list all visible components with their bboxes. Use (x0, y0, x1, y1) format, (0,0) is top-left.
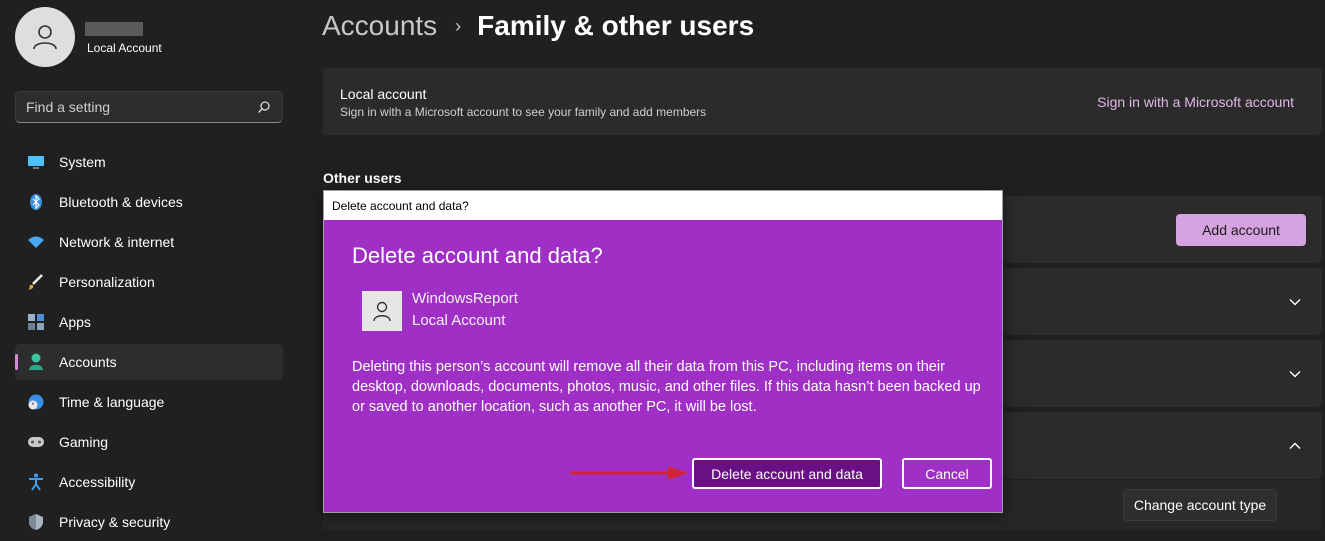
brush-icon (27, 273, 45, 291)
breadcrumb-parent[interactable]: Accounts (322, 10, 437, 42)
sidebar-item-accounts[interactable]: Accounts (15, 344, 283, 380)
dialog-titlebar[interactable]: Delete account and data? (324, 191, 1002, 220)
search-input[interactable]: Find a setting (15, 91, 283, 123)
monitor-icon (27, 153, 45, 171)
bluetooth-icon (27, 193, 45, 211)
page-title: Family & other users (477, 10, 755, 41)
sidebar-nav: System Bluetooth & devices Network & int… (15, 144, 283, 541)
sidebar-item-label: Apps (59, 314, 91, 330)
add-account-button[interactable]: Add account (1176, 214, 1306, 246)
delete-account-and-data-button[interactable]: Delete account and data (692, 458, 882, 489)
dialog-user-avatar (362, 291, 402, 331)
sidebar-item-personalization[interactable]: Personalization (15, 264, 283, 300)
sidebar-item-system[interactable]: System (15, 144, 283, 180)
sidebar-item-label: Privacy & security (59, 514, 171, 530)
sidebar: Local Account Find a setting System Blue… (0, 0, 300, 541)
local-account-subtitle: Sign in with a Microsoft account to see … (340, 105, 707, 119)
profile-account-type: Local Account (87, 41, 162, 55)
globe-clock-icon (27, 393, 45, 411)
sidebar-item-label: Bluetooth & devices (59, 194, 183, 210)
sidebar-item-time-language[interactable]: Time & language (15, 384, 283, 420)
sidebar-item-bluetooth[interactable]: Bluetooth & devices (15, 184, 283, 220)
red-arrow-annotation (570, 466, 688, 480)
change-account-type-button[interactable]: Change account type (1123, 489, 1277, 521)
person-icon (33, 25, 57, 50)
chevron-up-icon[interactable] (1288, 439, 1302, 453)
sidebar-item-privacy[interactable]: Privacy & security (15, 504, 283, 540)
search-icon[interactable] (256, 99, 272, 115)
sidebar-item-apps[interactable]: Apps (15, 304, 283, 340)
accounts-icon (27, 353, 45, 371)
avatar[interactable] (15, 7, 75, 67)
sidebar-item-label: Accounts (59, 354, 117, 370)
dialog-user-type: Local Account (412, 312, 506, 329)
chevron-down-icon[interactable] (1288, 295, 1302, 309)
person-icon (373, 301, 391, 322)
delete-account-dialog: Delete account and data? Delete account … (323, 190, 1003, 513)
dialog-warning-text: Deleting this person’s account will remo… (352, 359, 981, 415)
chevron-down-icon[interactable] (1288, 367, 1302, 381)
dialog-user-name: WindowsReport (412, 290, 518, 307)
breadcrumb-separator-icon: › (455, 15, 462, 36)
local-account-title: Local account (340, 86, 427, 102)
profile-name-redacted (85, 22, 143, 36)
accessibility-icon (27, 473, 45, 491)
dialog-heading: Delete account and data? (352, 243, 603, 268)
sidebar-item-label: Gaming (59, 434, 109, 450)
shield-icon (27, 513, 45, 531)
sidebar-item-label: Network & internet (59, 234, 175, 250)
sign-in-microsoft-link[interactable]: Sign in with a Microsoft account (1097, 94, 1294, 110)
sidebar-item-gaming[interactable]: Gaming (15, 424, 283, 460)
apps-icon (27, 313, 45, 331)
search-placeholder: Find a setting (26, 99, 111, 115)
breadcrumb: Accounts › Family & other users (322, 8, 754, 44)
wifi-icon (27, 233, 45, 251)
sidebar-item-network[interactable]: Network & internet (15, 224, 283, 260)
local-account-card: Local account Sign in with a Microsoft a… (323, 68, 1322, 135)
sidebar-item-label: Personalization (59, 274, 155, 290)
sidebar-item-label: Time & language (59, 394, 165, 410)
sidebar-item-label: System (59, 154, 106, 170)
other-users-label: Other users (323, 170, 402, 186)
gamepad-icon (27, 433, 45, 451)
cancel-button[interactable]: Cancel (902, 458, 992, 489)
sidebar-item-label: Accessibility (59, 474, 136, 490)
profile-header[interactable]: Local Account (15, 7, 295, 67)
sidebar-item-accessibility[interactable]: Accessibility (15, 464, 283, 500)
